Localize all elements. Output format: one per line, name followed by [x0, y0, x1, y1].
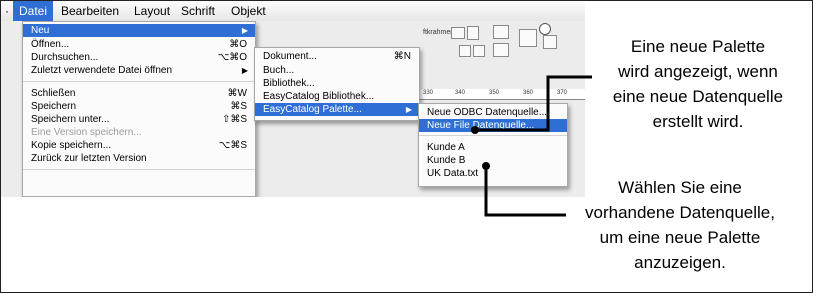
fit-icon[interactable] [459, 45, 471, 57]
menu-item-neue-file-datenquelle[interactable]: Neue File Datenquelle... [419, 119, 567, 132]
menu-item-oeffnen[interactable]: Öffnen... ⌘O [23, 38, 255, 51]
menu-item-label: Eine Version speichern... [31, 127, 142, 138]
play-icon[interactable] [539, 23, 551, 35]
callout-line: um eine neue Palette [599, 228, 761, 247]
menu-schrift[interactable]: Schrift [181, 4, 215, 18]
menu-item-easycatalog-palette[interactable]: EasyCatalog Palette... ▶ [255, 103, 419, 116]
frame-icon[interactable] [519, 29, 537, 47]
menu-bar: · Datei Bearbeiten Layout Schrift Objekt [1, 1, 585, 22]
menu-item-label: Neu [31, 25, 50, 36]
menu-datei[interactable]: Datei [13, 1, 54, 21]
callout-top: Eine neue Palette wird angezeigt, wenn e… [587, 34, 809, 134]
menu-item-neu[interactable]: Neu ▶ [23, 24, 255, 37]
easycatalog-palette-submenu: Neue ODBC Datenquelle... Neue File Daten… [418, 103, 568, 187]
callout-line: Eine neue Palette [630, 37, 766, 56]
menu-item-label: Neue ODBC Datenquelle... [427, 107, 548, 118]
menu-shortcut: ⌥⌘S [218, 140, 247, 151]
menu-item-uk-data[interactable]: UK Data.txt [419, 167, 567, 180]
stepper-icon[interactable] [451, 27, 465, 39]
horizontal-ruler: 330 340 350 360 370 [419, 89, 585, 100]
menu-item-label: Buch... [263, 65, 295, 76]
menu-separator [23, 81, 255, 82]
frame-option-fragment: ftkrahmen [423, 29, 455, 36]
submenu-arrow-icon: ▶ [405, 105, 412, 114]
menu-shortcut: ⇧⌘S [221, 114, 247, 125]
callout-line: vorhandene Datenquelle, [585, 203, 775, 222]
menu-item-label: Neue File Datenquelle... [427, 120, 535, 131]
menu-shortcut: ⌘S [230, 101, 247, 112]
menu-item-zuletzt-verwendet[interactable]: Zuletzt verwendete Datei öffnen ▶ [23, 64, 255, 77]
menu-layout[interactable]: Layout [134, 4, 170, 18]
menu-item-easycatalog-bibliothek[interactable]: EasyCatalog Bibliothek... [255, 90, 419, 103]
callout-line: Wählen Sie eine [618, 178, 742, 197]
submenu-arrow-icon: ▶ [241, 66, 248, 75]
grid-icon[interactable] [467, 26, 479, 40]
ruler-tick: 330 [423, 90, 434, 96]
menu-shortcut: ⌘W [227, 88, 247, 99]
menu-item-label: UK Data.txt [427, 168, 479, 179]
align-left-icon[interactable] [493, 25, 509, 39]
menu-item-speichern-unter[interactable]: Speichern unter... ⇧⌘S [23, 113, 255, 126]
menu-item-buch[interactable]: Buch... [255, 64, 419, 77]
app-screenshot: · Datei Bearbeiten Layout Schrift Objekt… [1, 1, 585, 197]
menu-item-label: Bibliothek... [263, 78, 315, 89]
page-icon[interactable] [543, 35, 557, 49]
menu-item-zurueck[interactable]: Zurück zur letzten Version [23, 152, 255, 165]
callout-bottom: Wählen Sie eine vorhandene Datenquelle, … [566, 175, 794, 275]
ruler-tick: 360 [523, 90, 534, 96]
menu-item-label: Speichern unter... [31, 114, 110, 125]
menu-item-label: Schließen [31, 88, 76, 99]
callout-line: erstellt wird. [652, 112, 744, 131]
menu-shortcut: ⌘O [229, 39, 247, 50]
menu-item-kunde-b[interactable]: Kunde B [419, 154, 567, 167]
menu-item-label: Kopie speichern... [31, 140, 112, 151]
menu-item-label: Kunde A [427, 142, 465, 153]
menu-item-label: Dokument... [263, 51, 317, 62]
menu-item-speichern[interactable]: Speichern ⌘S [23, 100, 255, 113]
callout-line: wird angezeigt, wenn [618, 62, 778, 81]
menu-item-kunde-a[interactable]: Kunde A [419, 141, 567, 154]
menu-item-label: Zurück zur letzten Version [31, 153, 147, 164]
menu-shortcut: ⌘N [393, 51, 411, 62]
menu-item-neue-odbc-datenquelle[interactable]: Neue ODBC Datenquelle... [419, 106, 567, 119]
ruler-tick: 350 [489, 90, 500, 96]
menu-shortcut: ⌥⌘O [217, 52, 247, 63]
menu-item-bibliothek[interactable]: Bibliothek... [255, 77, 419, 90]
menu-item-label: Durchsuchen... [31, 52, 99, 63]
menu-item-schliessen[interactable]: Schließen ⌘W [23, 87, 255, 100]
neu-submenu: Dokument... ⌘N Buch... Bibliothek... Eas… [254, 47, 420, 121]
fill-icon[interactable] [473, 45, 485, 57]
menu-item-label: EasyCatalog Bibliothek... [263, 91, 375, 102]
ruler-tick: 370 [557, 90, 568, 96]
menu-separator [23, 169, 255, 170]
menu-item-kopie-speichern[interactable]: Kopie speichern... ⌥⌘S [23, 139, 255, 152]
menu-item-label: Öffnen... [31, 39, 70, 50]
menu-item-label: EasyCatalog Palette... [263, 104, 362, 115]
apple-menu-icon[interactable]: · [5, 4, 9, 18]
menu-item-label: Speichern [31, 101, 77, 112]
callout-line: anzuzeigen. [634, 253, 726, 272]
callout-line: eine neue Datenquelle [612, 87, 784, 106]
menu-separator [419, 135, 567, 136]
menu-item-label: Zuletzt verwendete Datei öffnen [31, 65, 173, 76]
menu-item-dokument[interactable]: Dokument... ⌘N [255, 50, 419, 63]
align-right-icon[interactable] [493, 43, 509, 57]
submenu-arrow-icon: ▶ [241, 26, 248, 35]
menu-item-label: Kunde B [427, 155, 466, 166]
menu-item-version-speichern: Eine Version speichern... [23, 126, 255, 139]
datei-menu: Neu ▶ Öffnen... ⌘O Durchsuchen... ⌥⌘O Zu… [22, 21, 256, 197]
menu-item-durchsuchen[interactable]: Durchsuchen... ⌥⌘O [23, 51, 255, 64]
menu-bearbeiten[interactable]: Bearbeiten [61, 4, 119, 18]
ruler-tick: 340 [455, 90, 466, 96]
menu-objekt[interactable]: Objekt [231, 4, 266, 18]
